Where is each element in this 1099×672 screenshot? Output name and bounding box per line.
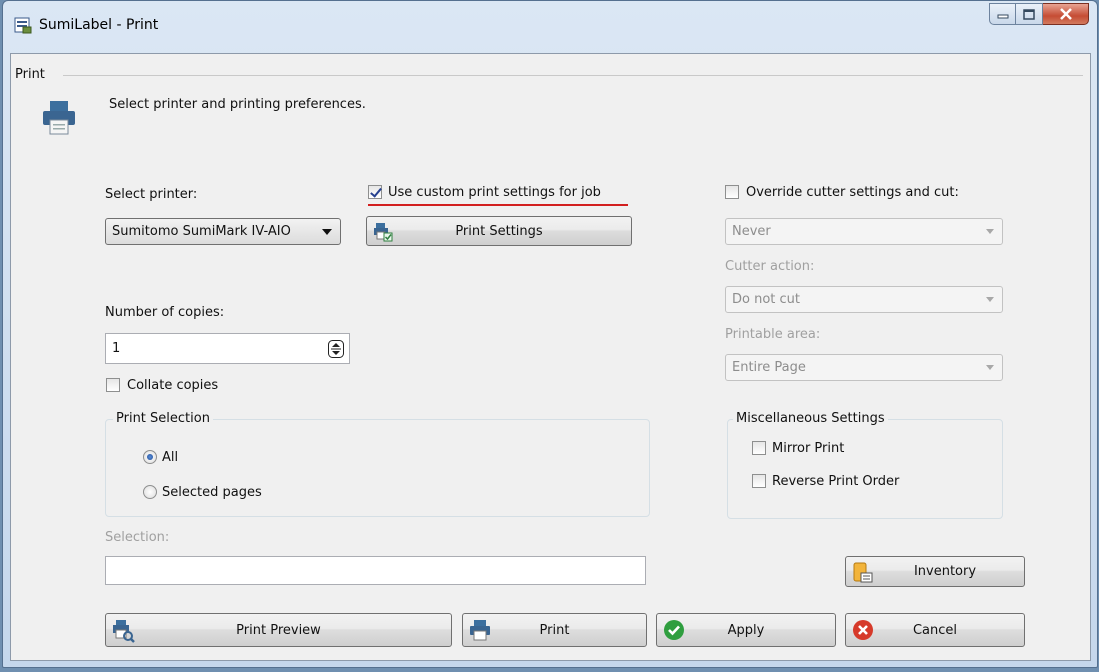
- highlight-underline: [368, 204, 628, 206]
- print-button[interactable]: Print: [462, 613, 647, 647]
- cancel-label: Cancel: [912, 622, 958, 638]
- print-label: Print: [539, 622, 570, 638]
- radio-selected-pages-label[interactable]: Selected pages: [162, 485, 262, 500]
- printable-area-dropdown[interactable]: Entire Page: [725, 354, 1003, 381]
- copies-label: Number of copies:: [105, 305, 225, 320]
- dialog-client-area: Print Select printer and printing prefer…: [10, 53, 1091, 661]
- cancel-icon: [853, 620, 873, 640]
- check-icon: [664, 620, 684, 640]
- section-divider: [63, 75, 1083, 76]
- print-settings-button[interactable]: Print Settings: [366, 216, 632, 246]
- misc-settings-group: [727, 419, 1003, 519]
- inventory-button[interactable]: Inventory: [845, 556, 1025, 587]
- printer-icon: [43, 101, 75, 135]
- chevron-down-icon: [986, 364, 994, 370]
- app-icon: [14, 17, 32, 34]
- window-title: SumiLabel - Print: [39, 17, 159, 33]
- close-icon: [1059, 8, 1072, 20]
- override-cutter-label[interactable]: Override cutter settings and cut:: [746, 185, 959, 200]
- radio-all[interactable]: [143, 450, 157, 464]
- radio-selected-pages[interactable]: [143, 485, 157, 499]
- apply-button[interactable]: Apply: [656, 613, 836, 647]
- custom-settings-checkbox[interactable]: [368, 185, 382, 199]
- reverse-order-checkbox[interactable]: [752, 474, 766, 488]
- print-preview-label: Print Preview: [236, 622, 321, 638]
- print-selection-title: Print Selection: [113, 411, 213, 426]
- window-controls: [989, 3, 1089, 25]
- mirror-print-label[interactable]: Mirror Print: [772, 441, 844, 456]
- chevron-down-icon: [986, 296, 994, 302]
- maximize-icon: [1023, 8, 1035, 20]
- selection-label: Selection:: [105, 530, 170, 545]
- selection-input[interactable]: [105, 556, 646, 585]
- print-settings-icon: [374, 223, 393, 242]
- close-button[interactable]: [1043, 3, 1089, 25]
- printer-icon: [470, 620, 490, 641]
- description-text: Select printer and printing preferences.: [109, 97, 366, 112]
- apply-label: Apply: [727, 622, 765, 638]
- inventory-label: Inventory: [913, 564, 977, 579]
- collate-checkbox[interactable]: [106, 378, 120, 392]
- minimize-icon: [997, 14, 1008, 19]
- maximize-button[interactable]: [1016, 3, 1043, 25]
- section-title: Print: [15, 67, 45, 82]
- cutter-action-value: Do not cut: [732, 292, 801, 307]
- print-preview-button[interactable]: Print Preview: [105, 613, 452, 647]
- cutter-action-label: Cutter action:: [725, 259, 815, 274]
- copies-value: 1: [112, 341, 121, 356]
- printer-dropdown[interactable]: Sumitomo SumiMark IV-AIO: [105, 218, 341, 245]
- radio-all-label[interactable]: All: [162, 450, 178, 465]
- print-dialog-window: SumiLabel - Print Print Select printer a…: [2, 0, 1098, 668]
- reverse-order-label[interactable]: Reverse Print Order: [772, 474, 899, 489]
- misc-settings-title: Miscellaneous Settings: [733, 411, 888, 426]
- chevron-down-icon: [986, 228, 994, 234]
- mirror-print-checkbox[interactable]: [752, 441, 766, 455]
- override-cutter-checkbox[interactable]: [725, 185, 739, 199]
- printable-area-value: Entire Page: [732, 360, 806, 375]
- cut-dropdown[interactable]: Never: [725, 218, 1003, 245]
- cut-dropdown-value: Never: [732, 224, 771, 239]
- print-selection-group: [105, 419, 650, 517]
- minimize-button[interactable]: [989, 3, 1016, 25]
- printer-dropdown-value: Sumitomo SumiMark IV-AIO: [112, 224, 291, 239]
- inventory-icon: [853, 562, 873, 583]
- printable-area-label: Printable area:: [725, 327, 821, 342]
- cutter-action-dropdown[interactable]: Do not cut: [725, 286, 1003, 313]
- collate-label[interactable]: Collate copies: [127, 378, 218, 393]
- spinner-icon[interactable]: [328, 340, 344, 358]
- print-settings-label: Print Settings: [455, 223, 543, 239]
- custom-settings-label[interactable]: Use custom print settings for job: [388, 185, 601, 200]
- cancel-button[interactable]: Cancel: [845, 613, 1025, 647]
- print-preview-icon: [113, 620, 135, 643]
- copies-field[interactable]: 1: [105, 333, 350, 364]
- chevron-down-icon: [322, 228, 332, 235]
- title-bar: SumiLabel - Print: [3, 1, 1097, 53]
- select-printer-label: Select printer:: [105, 187, 198, 202]
